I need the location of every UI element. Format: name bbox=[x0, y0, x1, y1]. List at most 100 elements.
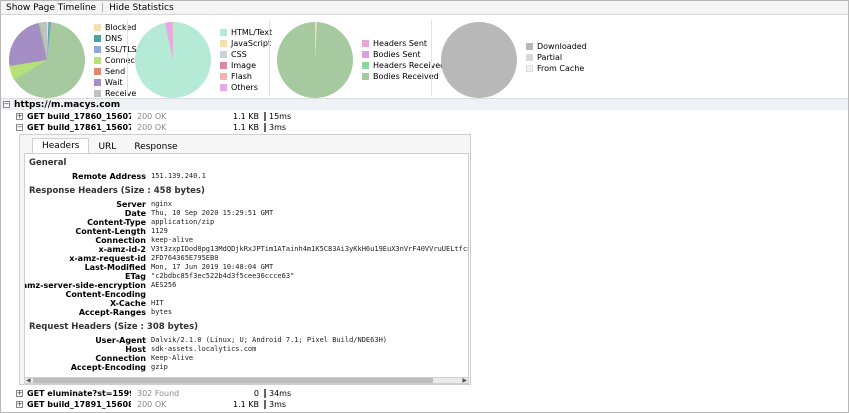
headers-panel: General Remote Address 151.139.240.1 Resp… bbox=[24, 153, 469, 378]
timing-pie-chart bbox=[9, 21, 85, 98]
stats-divider bbox=[127, 20, 128, 96]
collapse-icon[interactable]: − bbox=[3, 101, 10, 108]
request-size: 1.1 KB bbox=[233, 112, 259, 121]
legend-bodies-received: Bodies Received bbox=[362, 71, 445, 82]
request-name: GET build_17891_1560826 bbox=[27, 400, 131, 409]
header-row: Accept-Ranges bytes bbox=[25, 308, 468, 317]
legend-others: Others bbox=[220, 82, 272, 93]
header-value: Mon, 17 Jun 2019 10:48:04 GMT bbox=[151, 263, 274, 271]
header-row: Host sdk-assets.localytics.com bbox=[25, 345, 468, 354]
request-time: 34ms bbox=[269, 389, 292, 398]
section-request-title: Request Headers (Size : 308 bytes) bbox=[29, 322, 199, 332]
header-row: X-Cache HIT bbox=[25, 299, 468, 308]
header-value: 2FD764365E795EB0 bbox=[151, 254, 219, 262]
header-key: x-amz-request-id bbox=[69, 254, 146, 263]
header-key: Server bbox=[116, 200, 146, 209]
timeline-bar bbox=[264, 389, 266, 398]
request-status: 302 Found bbox=[137, 389, 180, 398]
request-row[interactable]: + GET build_17891_1560826 200 OK 1.1 KB … bbox=[1, 399, 848, 410]
statistics-panel: Blocked DNS SSL/TLS Connect Send Wait Re… bbox=[1, 16, 848, 98]
request-status: 200 OK bbox=[137, 400, 167, 409]
header-value: Dalvik/2.1.0 (Linux; U; Android 7.1; Pix… bbox=[151, 336, 388, 344]
legend-image: Image bbox=[220, 60, 272, 71]
request-status: 200 OK bbox=[137, 112, 167, 121]
header-key: Content-Type bbox=[87, 218, 146, 227]
tab-url[interactable]: URL bbox=[89, 139, 125, 154]
header-key: Content-Length bbox=[75, 227, 146, 236]
header-key: Host bbox=[125, 345, 146, 354]
content-stats: HTML/Text JavaScript CSS Image Flash Oth… bbox=[131, 18, 272, 102]
header-row: Connection keep-alive bbox=[25, 236, 468, 245]
page-row[interactable]: − https://m.macys.com bbox=[3, 99, 120, 110]
request-row[interactable]: + GET build_17860_1560768 200 OK 1.1 KB … bbox=[1, 111, 848, 122]
header-key: Connection bbox=[95, 354, 146, 363]
legend-from-cache: From Cache bbox=[526, 63, 587, 74]
hide-statistics-link[interactable]: Hide Statistics bbox=[109, 3, 174, 13]
request-time: 3ms bbox=[269, 123, 287, 132]
header-key: Date bbox=[124, 209, 146, 218]
header-key: X-Cache bbox=[110, 299, 146, 308]
page-url: https://m.macys.com bbox=[14, 99, 121, 110]
header-key: Connection bbox=[95, 236, 146, 245]
cache-pie-chart bbox=[441, 22, 517, 98]
legend-partial: Partial bbox=[526, 52, 587, 63]
header-value: HIT bbox=[151, 299, 164, 307]
legend-css: CSS bbox=[220, 49, 272, 60]
header-row: Content-Encoding bbox=[25, 290, 468, 299]
header-value: V3t3zxpIDod0pg13MdQDjkRxJPTim1ATainh4m1K… bbox=[151, 245, 469, 253]
legend-bodies-sent: Bodies Sent bbox=[362, 49, 445, 60]
header-value: Thu, 10 Sep 2020 15:29:51 GMT bbox=[151, 209, 274, 217]
expand-icon[interactable]: + bbox=[16, 113, 23, 120]
expand-icon[interactable]: + bbox=[16, 401, 23, 408]
header-key: Content-Encoding bbox=[65, 290, 146, 299]
timeline-bar bbox=[264, 112, 266, 121]
legend-headers-received: Headers Received bbox=[362, 60, 445, 71]
header-key: ETag bbox=[124, 272, 146, 281]
header-key: Accept-Encoding bbox=[70, 363, 146, 372]
header-key: Accept-Ranges bbox=[78, 308, 146, 317]
toolbar: Show Page Timeline | Hide Statistics bbox=[1, 1, 848, 15]
request-row[interactable]: + GET eluminate?st=159975 302 Found 0 34… bbox=[1, 388, 848, 399]
toolbar-separator: | bbox=[101, 2, 105, 13]
scroll-left-icon[interactable]: ◀ bbox=[26, 377, 31, 384]
traffic-legend: Headers Sent Bodies Sent Headers Receive… bbox=[362, 38, 445, 82]
header-row: x-amz-server-side-encryption AES256 bbox=[24, 281, 468, 290]
header-value: sdk-assets.localytics.com bbox=[151, 345, 257, 353]
section-general-title: General bbox=[29, 158, 67, 168]
header-row: Accept-Encoding gzip bbox=[25, 363, 468, 372]
request-size: 1.1 KB bbox=[233, 400, 259, 409]
har-viewer: Show Page Timeline | Hide Statistics Blo… bbox=[0, 0, 849, 413]
page-row-bg bbox=[1, 99, 848, 110]
show-page-timeline-link[interactable]: Show Page Timeline bbox=[6, 3, 96, 13]
request-status: 200 OK bbox=[137, 123, 167, 132]
horizontal-scrollbar[interactable]: ◀ ▶ bbox=[24, 377, 469, 384]
header-value: 151.139.240.1 bbox=[151, 172, 206, 180]
header-row: x-amz-request-id 2FD764365E795EB0 bbox=[25, 254, 468, 263]
header-row: Connection Keep-Alive bbox=[25, 354, 468, 363]
header-key: User-Agent bbox=[95, 336, 146, 345]
collapse-icon[interactable]: − bbox=[16, 124, 23, 131]
tab-response[interactable]: Response bbox=[125, 139, 186, 154]
legend-downloaded: Downloaded bbox=[526, 41, 587, 52]
tab-headers[interactable]: Headers bbox=[32, 138, 90, 154]
stats-divider bbox=[269, 20, 270, 96]
detail-tabs: Headers URL Response bbox=[32, 138, 187, 154]
header-row: x-amz-id-2 V3t3zxpIDod0pg13MdQDjkRxJPTim1… bbox=[25, 245, 469, 254]
request-detail-panel: Headers URL Response General Remote Addr… bbox=[19, 134, 471, 385]
legend-javascript: JavaScript bbox=[220, 38, 272, 49]
header-value: "c2bdbc85f3ec522b4d3f5cee36ccce63" bbox=[151, 272, 295, 280]
header-value: nginx bbox=[151, 200, 173, 208]
header-value: application/zip bbox=[151, 218, 215, 226]
scroll-right-icon[interactable]: ▶ bbox=[462, 377, 467, 384]
legend-flash: Flash bbox=[220, 71, 272, 82]
request-size: 0 bbox=[253, 389, 259, 398]
timing-stats: Blocked DNS SSL/TLS Connect Send Wait Re… bbox=[5, 18, 138, 102]
header-row: Remote Address 151.139.240.1 bbox=[25, 172, 468, 181]
traffic-pie-chart bbox=[277, 21, 353, 98]
expand-icon[interactable]: + bbox=[16, 390, 23, 397]
request-row[interactable]: − GET build_17861_1560768 200 OK 1.1 KB … bbox=[1, 122, 848, 133]
header-value: Keep-Alive bbox=[151, 354, 194, 362]
header-key: x-amz-server-side-encryption bbox=[24, 281, 146, 290]
header-value: bytes bbox=[151, 308, 173, 316]
scrollbar-thumb[interactable] bbox=[33, 378, 433, 383]
